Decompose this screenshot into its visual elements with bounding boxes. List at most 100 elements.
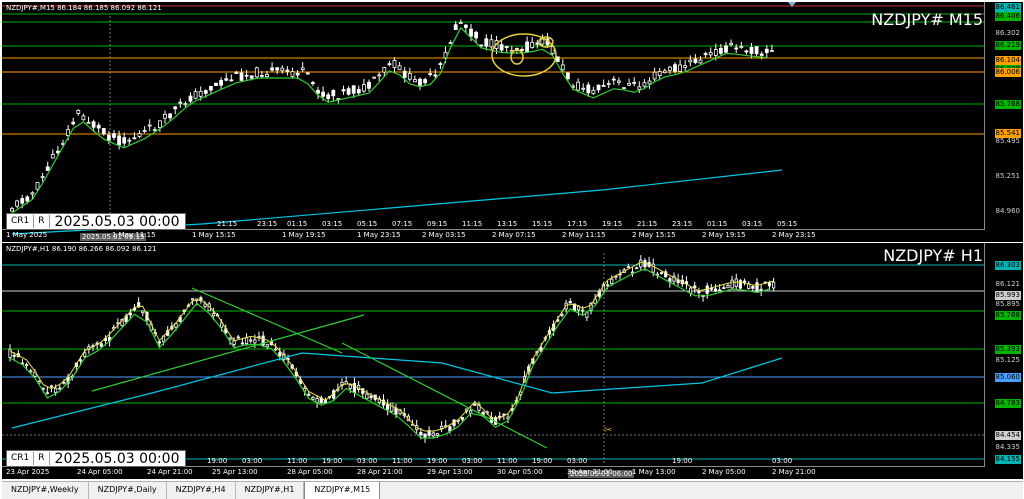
m15-candle-body — [525, 41, 529, 52]
h1-candle-body — [435, 433, 440, 436]
m15-shift-marker[interactable] — [788, 2, 796, 7]
m15-candle-body — [377, 74, 382, 77]
h1-candle-body — [718, 289, 722, 292]
m15-candle-body — [428, 73, 433, 76]
m15-plot[interactable] — [2, 2, 1023, 242]
h1-hour-label: 11:00 — [287, 457, 308, 465]
h1-r-button[interactable]: R — [34, 452, 50, 465]
m15-hour-label: 21:15 — [637, 220, 658, 228]
m15-hour-label: 05:15 — [357, 220, 378, 228]
m15-candle-body — [203, 90, 208, 94]
h1-price-axis[interactable]: 86.303 86.121 85.993 85.895 85.768 85.393 85.0… — [984, 243, 1023, 467]
m15-candle-body — [566, 72, 570, 80]
m15-candle-body — [56, 150, 60, 154]
m15-candle-body — [326, 94, 331, 100]
m15-hour-label: 21:15 — [217, 220, 238, 228]
m15-candle-body — [35, 182, 40, 190]
m15-hour-label: 01:15 — [707, 220, 728, 228]
m15-candle-body — [448, 42, 453, 45]
h1-candle-body — [581, 309, 585, 312]
chart-h1[interactable]: ✂ NZDJPY#,H1 86.190 86.266 86.092 86.121… — [2, 243, 1023, 479]
tab-weekly[interactable]: NZDJPY#,Weekly — [2, 482, 89, 499]
h1-candle-body — [423, 433, 427, 438]
tab-daily[interactable]: NZDJPY#,Daily — [89, 482, 167, 499]
h1-hour-label: 19:00 — [207, 457, 228, 465]
m15-candle-body — [601, 84, 606, 87]
m15-hour-label: 23:15 — [672, 220, 693, 228]
m15-price-axis[interactable]: 86.46186.40686.30286.21986.10486.03086.0… — [984, 2, 1023, 230]
m15-price-label: 86.006 — [994, 68, 1021, 77]
tab-h1[interactable]: NZDJPY#,H1 — [236, 482, 305, 499]
m15-hour-label: 03:15 — [742, 220, 763, 228]
h1-time-label: 1 May 13:00 — [632, 468, 676, 476]
h1-candle-body — [386, 404, 390, 410]
m15-candle-body — [310, 82, 315, 84]
m15-candle-body — [346, 88, 351, 95]
m15-candle-body — [606, 83, 611, 85]
m15-candle-body — [122, 137, 127, 144]
h1-price-label: 85.393 — [994, 345, 1021, 354]
h1-hour-label: 11:00 — [497, 457, 518, 465]
m15-candle-body — [290, 71, 295, 77]
m15-candle-body — [423, 79, 428, 84]
m15-candle-body — [560, 64, 565, 71]
m15-price-label: 84.960 — [995, 207, 1021, 215]
h1-candle-body — [639, 259, 643, 268]
m15-candle-body — [469, 28, 473, 37]
m15-candle-body — [387, 63, 392, 66]
m15-hour-label: 01:15 — [287, 220, 308, 228]
m15-candle-body — [50, 154, 55, 159]
h1-hour-label: 03:00 — [462, 457, 483, 465]
m15-time-axis[interactable]: 2025.05.01 09:15 1 May 2025 1 May 11:15 1 … — [2, 220, 985, 242]
tab-m15[interactable]: NZDJPY#,M15 — [304, 482, 381, 499]
h1-candle-body — [697, 291, 701, 294]
m15-candle-body — [275, 67, 280, 71]
m15-time-label: 1 May 19:15 — [282, 231, 326, 239]
h1-plot[interactable]: ✂ — [2, 243, 1023, 479]
h1-yellow-line — [9, 261, 774, 432]
m15-candle-body — [295, 72, 300, 76]
h1-candle-body — [265, 344, 269, 348]
h1-hour-label: 03:00 — [357, 457, 378, 465]
m15-candle-body — [229, 79, 234, 82]
h1-candle-body — [29, 370, 33, 373]
h1-candle-body — [12, 355, 16, 357]
m15-candle-body — [662, 70, 667, 74]
h1-candle-body — [431, 432, 435, 437]
m15-cursor-date: 2025.05.03 00:00 — [49, 214, 185, 229]
h1-candle-body — [8, 348, 12, 358]
m15-cr1-button[interactable]: CR1 — [7, 215, 35, 228]
m15-candle-body — [45, 166, 50, 171]
chart-m15[interactable]: NZDJPY#,M15 86.184 86.185 86.092 86.121 … — [2, 2, 1023, 242]
h1-candle-body — [610, 278, 614, 284]
h1-candle-body — [651, 263, 655, 273]
m15-candle-body — [647, 80, 652, 85]
h1-price-label: 85.993 — [994, 291, 1021, 300]
h1-candle-body — [78, 359, 83, 362]
h1-cr1-button[interactable]: CR1 — [7, 452, 35, 465]
h1-candle-body — [24, 364, 29, 366]
m15-candle-body — [316, 89, 320, 94]
tab-h4[interactable]: NZDJPY#,H4 — [167, 482, 236, 499]
h1-candle-body — [83, 352, 87, 357]
m15-time-label: 2 May 03:15 — [422, 231, 466, 239]
m15-candle-body — [168, 113, 173, 119]
m15-candle-body — [20, 198, 25, 204]
m15-candle-body — [285, 69, 290, 72]
h1-time-label: 28 Apr 21:00 — [357, 468, 403, 476]
h1-candle-body — [635, 267, 639, 270]
m15-candle-body — [673, 64, 677, 72]
m15-candle-body — [249, 75, 254, 79]
m15-time-label: 2 May 07:15 — [492, 231, 536, 239]
h1-time-axis[interactable]: 2025.05.01 06:00 23 Apr 2025 24 Apr 05:00… — [2, 457, 985, 479]
m15-price-label: 86.461 — [994, 3, 1021, 12]
m15-candle-body — [759, 53, 764, 56]
m15-candle-body — [433, 74, 438, 77]
m15-candle-body — [627, 82, 631, 86]
m15-candle-body — [555, 56, 560, 63]
h1-candle-body — [734, 278, 738, 287]
m15-candle-body — [637, 86, 642, 90]
m15-r-button[interactable]: R — [34, 215, 50, 228]
h1-time-label: 25 Apr 13:00 — [212, 468, 258, 476]
m15-candle-body — [463, 24, 468, 28]
